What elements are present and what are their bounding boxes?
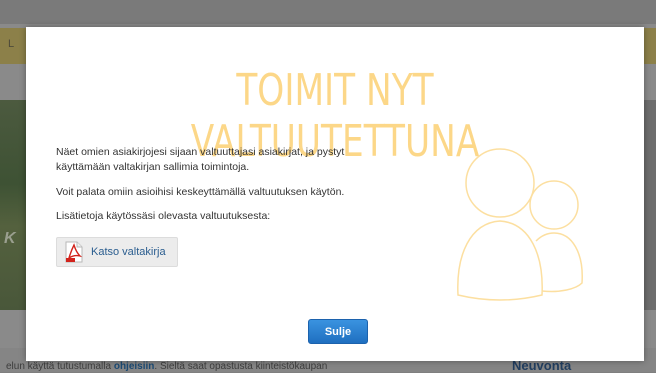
pdf-icon [65, 241, 83, 263]
users-icon [457, 148, 583, 301]
modal-paragraph-3: Lisätietoja käytössäsi olevasta valtuutu… [56, 210, 271, 222]
background-hero-text: K [4, 230, 16, 247]
background-footer-link[interactable]: ohjeisiin [114, 361, 155, 372]
background-notice-text: L [8, 38, 15, 50]
background-footer-text: elun käyttä tutustumalla ohjeisiin. Siel… [6, 361, 328, 372]
background-top-bar [0, 0, 656, 24]
delegation-modal: TOIMIT NYT VALTUUTETTUNA Näet omien asia… [26, 27, 644, 361]
close-button[interactable]: Sulje [308, 319, 368, 344]
modal-paragraph-1: Näet omien asiakirjojesi sijaan valtuutt… [56, 146, 345, 173]
modal-paragraph-2: Voit palata omiin asioihisi keskeyttämäl… [56, 186, 345, 198]
background-right-strip [642, 100, 656, 310]
view-authorization-label: Katso valtakirja [91, 246, 166, 258]
view-authorization-button[interactable]: Katso valtakirja [56, 237, 178, 267]
background-hero-image: K [0, 100, 26, 310]
